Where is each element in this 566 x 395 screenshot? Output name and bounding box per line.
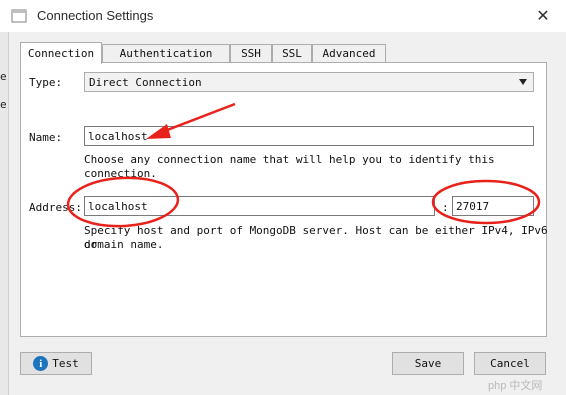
title-bar: Connection Settings ✕ <box>0 0 566 32</box>
name-hint: Choose any connection name that will hel… <box>84 153 495 180</box>
tab-label: SSL <box>282 47 302 60</box>
cancel-button[interactable]: Cancel <box>474 352 546 375</box>
background-text: e <box>0 98 7 111</box>
port-separator: : <box>442 201 449 214</box>
background-text: e <box>0 70 7 83</box>
close-icon: ✕ <box>536 8 550 25</box>
background-window-edge <box>0 32 9 395</box>
save-button[interactable]: Save <box>392 352 464 375</box>
close-button[interactable]: ✕ <box>520 0 566 32</box>
watermark-logo: php 中文网 <box>488 380 543 392</box>
tab-advanced[interactable]: Advanced <box>312 44 386 62</box>
app-window-icon <box>11 9 27 23</box>
name-input[interactable]: localhost <box>84 126 534 146</box>
test-button[interactable]: i Test <box>20 352 92 375</box>
tab-label: Authentication <box>119 47 213 60</box>
window-title: Connection Settings <box>37 8 154 23</box>
tab-connection[interactable]: Connection <box>20 42 102 64</box>
tab-ssl[interactable]: SSL <box>272 44 312 62</box>
type-select[interactable]: Direct Connection <box>84 72 534 92</box>
chevron-down-icon <box>519 79 527 85</box>
cancel-button-label: Cancel <box>490 357 530 370</box>
name-label: Name: <box>29 131 63 144</box>
tab-label: SSH <box>241 47 261 60</box>
address-port-input[interactable]: 27017 <box>452 196 534 216</box>
save-button-label: Save <box>414 357 442 370</box>
type-select-value: Direct Connection <box>89 76 202 89</box>
address-label: Address: <box>29 201 82 214</box>
tab-ssh[interactable]: SSH <box>230 44 272 62</box>
tab-label: Advanced <box>322 47 376 60</box>
info-icon: i <box>33 356 49 371</box>
type-label: Type: <box>29 76 63 89</box>
address-hint-line2: domain name. <box>84 238 164 251</box>
tab-label: Connection <box>27 47 95 60</box>
test-button-label: Test <box>52 357 79 370</box>
tab-authentication[interactable]: Authentication <box>102 44 230 62</box>
address-host-input[interactable]: localhost <box>84 196 435 216</box>
